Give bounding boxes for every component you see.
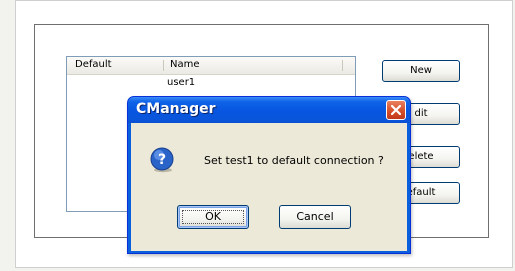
column-separator[interactable] — [342, 60, 343, 71]
ok-button[interactable]: OK — [177, 205, 249, 229]
svg-text:?: ? — [158, 152, 166, 168]
connection-name: user1 — [167, 77, 196, 88]
column-separator[interactable] — [163, 60, 164, 71]
question-icon: ? — [150, 147, 174, 173]
ok-button-label: OK — [205, 210, 221, 223]
list-header: Default Name — [67, 57, 355, 75]
dialog-body: ? Set test1 to default connection ? OK C… — [131, 123, 407, 251]
close-icon — [391, 105, 401, 115]
cancel-button-label: Cancel — [296, 210, 334, 223]
list-item[interactable]: user1 — [67, 75, 355, 90]
column-header-name[interactable]: Name — [170, 59, 200, 70]
dialog-message: Set test1 to default connection ? — [204, 154, 384, 167]
close-button[interactable] — [386, 100, 406, 120]
confirm-dialog: CManager ? Set test1 to default connecti… — [127, 96, 411, 254]
new-button[interactable]: New — [382, 60, 460, 82]
column-header-default[interactable]: Default — [75, 59, 112, 70]
dialog-titlebar[interactable]: CManager — [128, 97, 410, 123]
dialog-title: CManager — [136, 101, 216, 117]
cancel-button[interactable]: Cancel — [279, 205, 351, 229]
